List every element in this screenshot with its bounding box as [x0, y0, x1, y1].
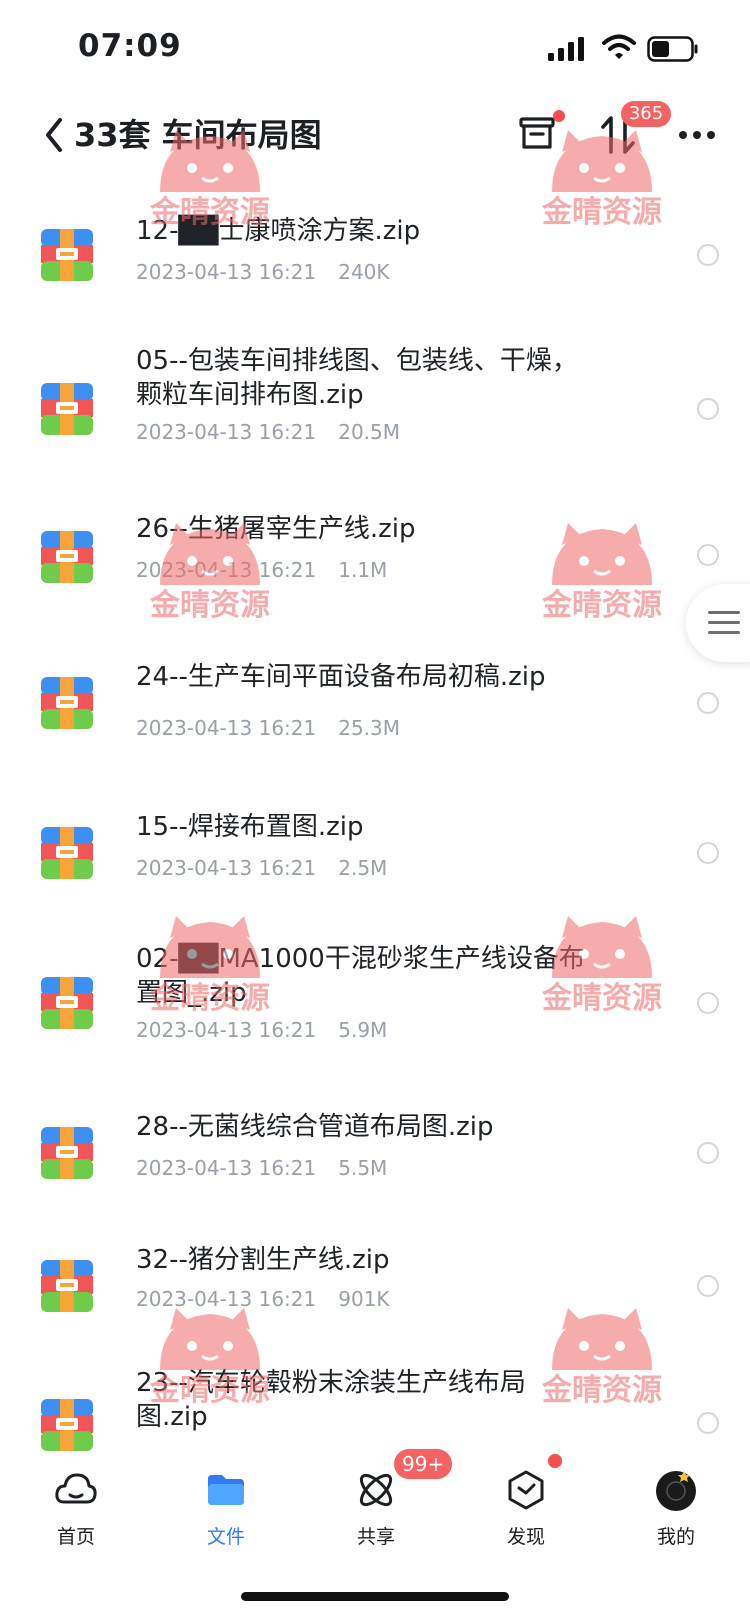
file-meta: 2023-04-13 16:21 5.9M [136, 1018, 387, 1042]
file-date: 2023-04-13 16:21 [136, 1156, 317, 1180]
nav-discover-label: 发现 [506, 1526, 545, 1548]
file-name: 32--猪分割生产线.zip [136, 1245, 390, 1275]
file-size: 20.5M [338, 420, 401, 444]
hamburger-icon [708, 611, 740, 634]
file-list-item[interactable]: 23--汽车轮毂粉末涂装生产线布局图.zip [0, 1368, 750, 1460]
discover-cube-icon [508, 1470, 544, 1510]
select-radio[interactable] [697, 992, 719, 1014]
header-bar: 33套 车间布局图 365 [0, 100, 750, 180]
file-list-item[interactable]: 32--猪分割生产线.zip 2023-04-13 16:21 901K [0, 1225, 750, 1355]
zip-archive-icon [41, 1127, 93, 1179]
file-size: 25.3M [338, 716, 401, 740]
bottom-nav: 首页 文件 共享 99+ 发现 我的 [0, 1449, 750, 1570]
nav-discover[interactable]: 发现 [466, 1460, 586, 1560]
file-list-item[interactable]: 26--生猪屠宰生产线.zip 2023-04-13 16:21 1.1M [0, 490, 750, 620]
file-name: 02-██MA1000干混砂浆生产线设备布置图_.zip [136, 944, 585, 1008]
zip-archive-icon [41, 531, 93, 583]
file-date: 2023-04-13 16:21 [136, 716, 317, 740]
select-radio[interactable] [697, 398, 719, 420]
file-list-item[interactable]: 15--焊接布置图.zip 2023-04-13 16:21 2.5M [0, 790, 750, 920]
select-radio[interactable] [697, 244, 719, 266]
file-size: 240K [338, 260, 390, 284]
back-arrow-icon[interactable] [40, 114, 70, 156]
more-options-icon[interactable] [678, 130, 716, 140]
file-size: 901K [338, 1287, 390, 1311]
file-meta: 2023-04-13 16:21 2.5M [136, 856, 387, 880]
avatar-icon [656, 1471, 696, 1511]
nav-profile-label: 我的 [656, 1526, 695, 1548]
zip-archive-icon [41, 1260, 93, 1312]
file-name: 26--生猪屠宰生产线.zip [136, 514, 416, 544]
archive-box-icon[interactable] [518, 116, 556, 152]
nav-share-label: 共享 [356, 1526, 395, 1548]
file-date: 2023-04-13 16:21 [136, 420, 317, 444]
file-meta: 2023-04-13 16:21 1.1M [136, 558, 387, 582]
zip-archive-icon [41, 383, 93, 435]
select-radio[interactable] [697, 842, 719, 864]
zip-archive-icon [41, 977, 93, 1029]
nav-files[interactable]: 文件 [166, 1460, 286, 1560]
file-name: 05--包装车间排线图、包装线、干燥，颗粒车间排布图.zip [136, 346, 578, 410]
cloud-icon [55, 1473, 97, 1504]
file-date: 2023-04-13 16:21 [136, 1018, 317, 1042]
file-name: 15--焊接布置图.zip [136, 812, 364, 842]
nav-home-label: 首页 [56, 1526, 95, 1548]
select-radio[interactable] [697, 692, 719, 714]
file-date: 2023-04-13 16:21 [136, 260, 317, 284]
select-radio[interactable] [697, 1275, 719, 1297]
zip-archive-icon [41, 827, 93, 879]
file-meta: 2023-04-13 16:21 5.5M [136, 1156, 387, 1180]
file-date: 2023-04-13 16:21 [136, 1287, 317, 1311]
select-radio[interactable] [697, 1142, 719, 1164]
file-meta: 2023-04-13 16:21 20.5M [136, 420, 400, 444]
file-size: 5.5M [338, 1156, 388, 1180]
select-radio[interactable] [697, 544, 719, 566]
cellular-signal-icon [548, 37, 584, 61]
file-list-item[interactable]: 24--生产车间平面设备布局初稿.zip 2023-04-13 16:21 25.… [0, 640, 750, 770]
file-date: 2023-04-13 16:21 [136, 558, 317, 582]
file-meta: 2023-04-13 16:21 25.3M [136, 716, 400, 740]
file-size: 1.1M [338, 558, 388, 582]
file-meta: 2023-04-13 16:21 240K [136, 260, 390, 284]
file-name: 24--生产车间平面设备布局初稿.zip [136, 662, 546, 692]
file-size: 2.5M [338, 856, 388, 880]
select-radio[interactable] [697, 1412, 719, 1434]
share-orbit-icon [359, 1473, 393, 1507]
file-size: 5.9M [338, 1018, 388, 1042]
transfer-count-badge: 365 [621, 101, 671, 127]
file-list-item[interactable]: 12-██士康喷涂方案.zip 2023-04-13 16:21 240K [0, 190, 750, 320]
nav-profile[interactable]: 我的 [616, 1460, 736, 1560]
folder-icon [208, 1475, 244, 1505]
file-name: 12-██士康喷涂方案.zip [136, 216, 421, 246]
page-title: 33套 车间布局图 [74, 116, 322, 154]
file-list-item[interactable]: 05--包装车间排线图、包装线、干燥，颗粒车间排布图.zip 2023-04-1… [0, 340, 750, 470]
discover-notification-dot [548, 1454, 562, 1468]
zip-archive-icon [41, 1399, 93, 1451]
share-count-badge: 99+ [394, 1449, 453, 1479]
archive-notification-dot [553, 110, 565, 122]
file-name: 23--汽车轮毂粉末涂装生产线布局图.zip [136, 1368, 526, 1432]
file-meta: 2023-04-13 16:21 901K [136, 1287, 390, 1311]
battery-icon [647, 36, 698, 62]
zip-archive-icon [41, 677, 93, 729]
wifi-icon [602, 34, 636, 59]
nav-home[interactable]: 首页 [16, 1460, 136, 1560]
status-bar: 07:09 [0, 0, 750, 90]
file-name: 28--无菌线综合管道布局图.zip [136, 1112, 494, 1142]
zip-archive-icon [41, 229, 93, 281]
file-list-item[interactable]: 28--无菌线综合管道布局图.zip 2023-04-13 16:21 5.5M [0, 1090, 750, 1220]
home-indicator [241, 1592, 509, 1601]
nav-files-label: 文件 [206, 1526, 245, 1548]
file-list-item[interactable]: 02-██MA1000干混砂浆生产线设备布置图_.zip 2023-04-13 … [0, 940, 750, 1070]
status-time: 07:09 [78, 28, 182, 64]
file-date: 2023-04-13 16:21 [136, 856, 317, 880]
